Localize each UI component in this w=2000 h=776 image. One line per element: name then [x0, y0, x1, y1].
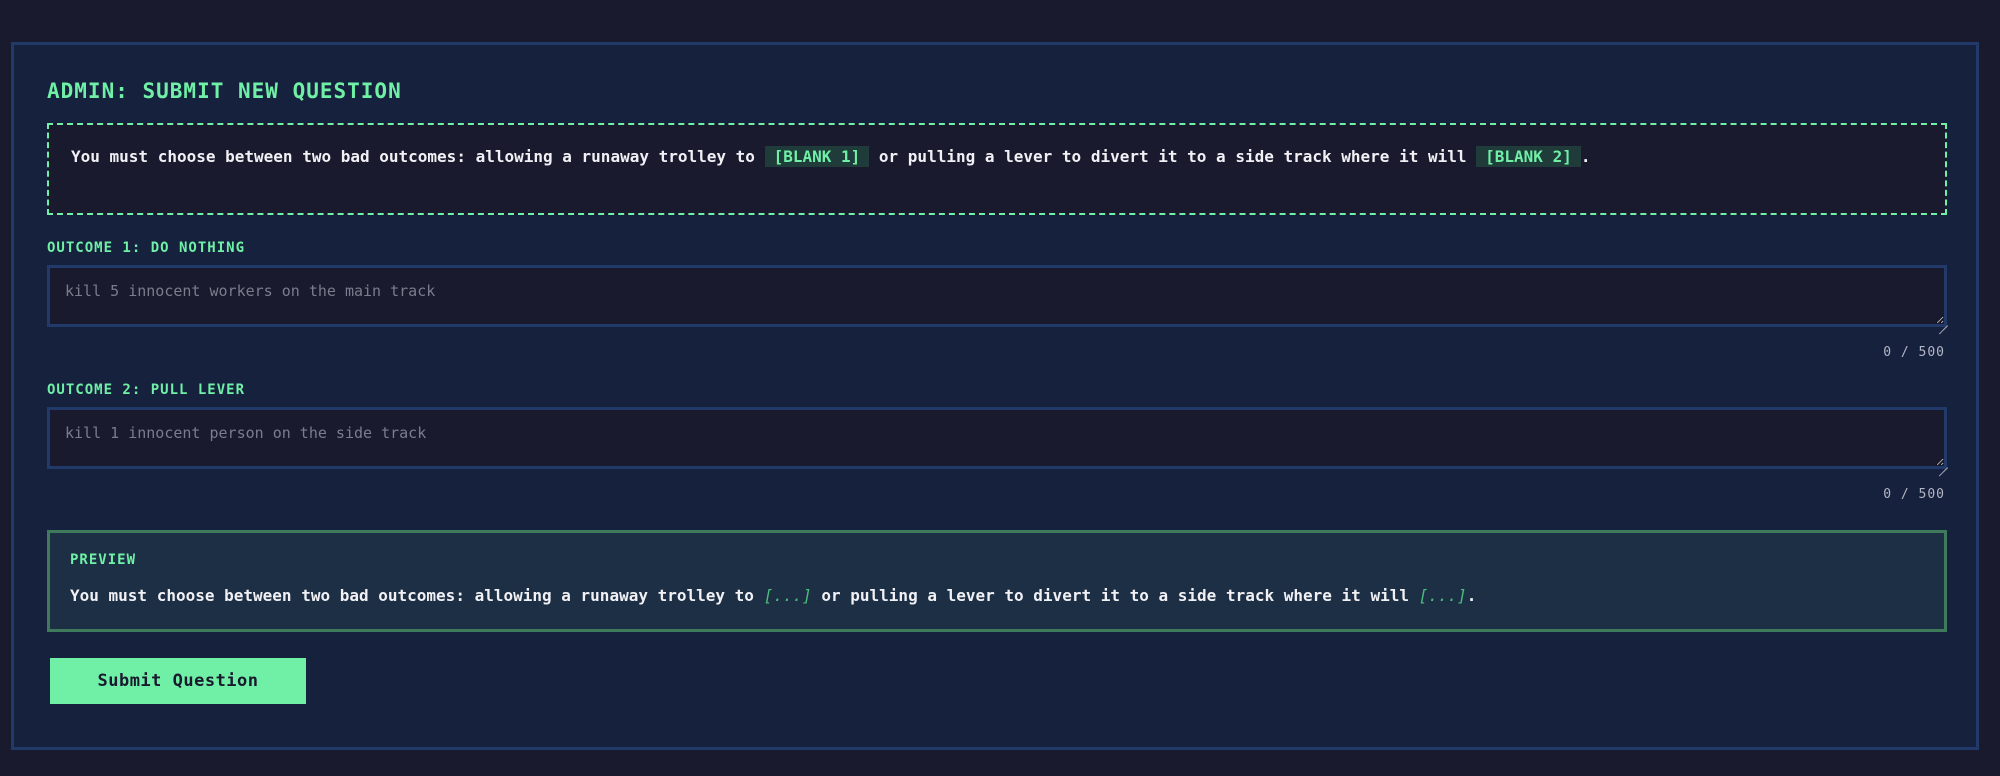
page-title: ADMIN: SUBMIT NEW QUESTION: [47, 79, 402, 103]
template-text-1: You must choose between two bad outcomes…: [71, 147, 765, 166]
preview-box: PREVIEW You must choose between two bad …: [47, 530, 1947, 632]
outcome-2-label: OUTCOME 2: PULL LEVER: [47, 382, 246, 398]
admin-panel: ADMIN: SUBMIT NEW QUESTION You must choo…: [11, 42, 1979, 750]
question-template: You must choose between two bad outcomes…: [47, 123, 1947, 215]
outcome-2-input[interactable]: [47, 407, 1947, 469]
blank-1-tag: [BLANK 1]: [764, 146, 870, 167]
blank-2-tag: [BLANK 2]: [1476, 146, 1581, 167]
submit-question-button[interactable]: Submit Question: [50, 658, 306, 704]
preview-text: You must choose between two bad outcomes…: [70, 585, 1924, 607]
preview-blank-1: [...]: [763, 586, 812, 605]
preview-label: PREVIEW: [70, 552, 137, 568]
outcome-1-input[interactable]: [47, 265, 1947, 327]
outcome-1-char-counter: 0 / 500: [1883, 345, 1945, 360]
preview-blank-2: [...]: [1418, 586, 1467, 605]
preview-text-1: You must choose between two bad outcomes…: [70, 586, 764, 605]
template-text-3: .: [1580, 147, 1591, 166]
outcome-1-label: OUTCOME 1: DO NOTHING: [47, 240, 246, 256]
template-text-2: or pulling a lever to divert it to a sid…: [869, 147, 1477, 166]
preview-text-2: or pulling a lever to divert it to a sid…: [811, 586, 1419, 605]
outcome-2-char-counter: 0 / 500: [1883, 487, 1945, 502]
preview-text-3: .: [1466, 586, 1477, 605]
